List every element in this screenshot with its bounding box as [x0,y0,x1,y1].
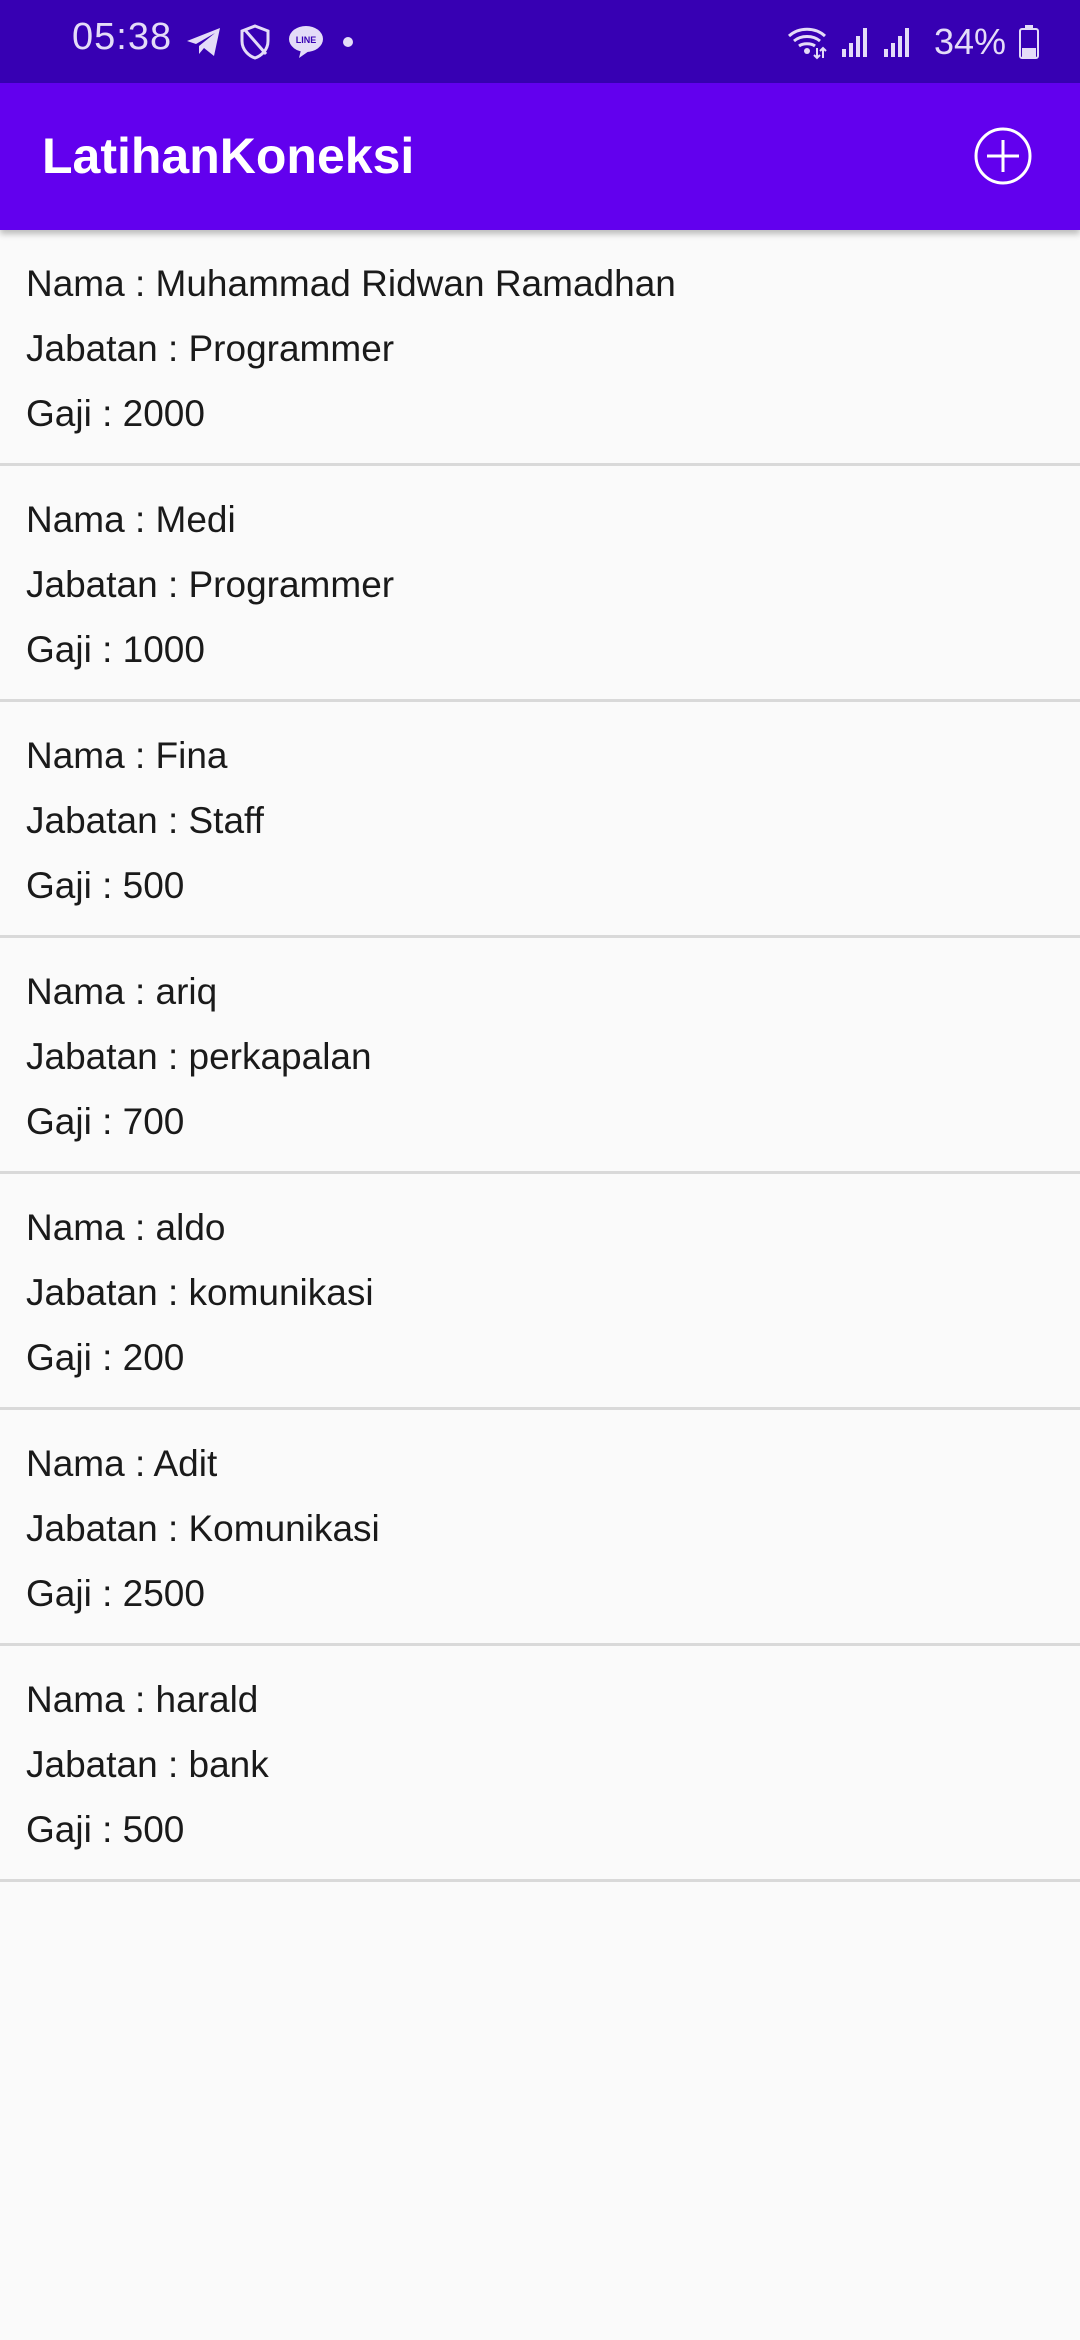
employee-jabatan: Jabatan : perkapalan [26,1036,372,1077]
app-bar: LatihanKoneksi [0,83,1080,230]
employee-nama: Nama : harald [26,1679,259,1720]
dot-icon [341,35,355,49]
list-item[interactable]: Nama : ariq Jabatan : perkapalan Gaji : … [0,938,1080,1174]
employee-gaji: Gaji : 2500 [26,1573,205,1614]
employee-gaji: Gaji : 2000 [26,393,205,434]
employee-gaji: Gaji : 500 [26,1809,185,1850]
telegram-icon [185,25,223,59]
status-time: 05:38 [72,16,173,58]
employee-jabatan: Jabatan : Programmer [26,328,395,369]
employee-jabatan: Jabatan : komunikasi [26,1272,374,1313]
status-system-icons: 34% [774,16,1040,68]
shield-icon [239,24,271,60]
employee-nama: Nama : aldo [26,1207,226,1248]
employee-gaji: Gaji : 700 [26,1101,185,1142]
signal-icon [840,25,870,59]
line-icon: LINE [287,24,325,60]
list-item[interactable]: Nama : aldo Jabatan : komunikasi Gaji : … [0,1174,1080,1410]
battery-percent: 34% [933,21,1006,62]
employee-gaji: Gaji : 500 [26,865,185,906]
employee-nama: Nama : Adit [26,1443,218,1484]
employee-jabatan: Jabatan : Staff [26,800,264,841]
list-item[interactable]: Nama : Muhammad Ridwan Ramadhan Jabatan … [0,230,1080,466]
employee-gaji: Gaji : 1000 [26,629,205,670]
list-item[interactable]: Nama : harald Jabatan : bank Gaji : 500 [0,1646,1080,1882]
employee-list: Nama : Muhammad Ridwan Ramadhan Jabatan … [0,230,1080,1882]
employee-nama: Nama : ariq [26,971,218,1012]
employee-nama: Nama : Fina [26,735,228,776]
status-notification-icons: LINE [185,20,371,64]
list-item[interactable]: Nama : Adit Jabatan : Komunikasi Gaji : … [0,1410,1080,1646]
add-button[interactable] [970,123,1036,189]
add-circle-icon [974,127,1032,185]
list-item[interactable]: Nama : Fina Jabatan : Staff Gaji : 500 [0,702,1080,938]
employee-gaji: Gaji : 200 [26,1337,185,1378]
svg-text:LINE: LINE [296,35,317,45]
employee-nama: Nama : Muhammad Ridwan Ramadhan [26,263,676,304]
signal-icon [882,25,912,59]
employee-jabatan: Jabatan : Komunikasi [26,1508,380,1549]
battery-fill [1022,48,1036,57]
list-item[interactable]: Nama : Medi Jabatan : Programmer Gaji : … [0,466,1080,702]
wifi-icon [786,24,828,60]
employee-jabatan: Jabatan : Programmer [26,564,395,605]
employee-jabatan: Jabatan : bank [26,1744,269,1785]
battery-icon [1018,24,1040,60]
employee-nama: Nama : Medi [26,499,236,540]
app-title: LatihanKoneksi [42,128,415,184]
status-bar: 05:38 LINE 34% [0,0,1080,83]
